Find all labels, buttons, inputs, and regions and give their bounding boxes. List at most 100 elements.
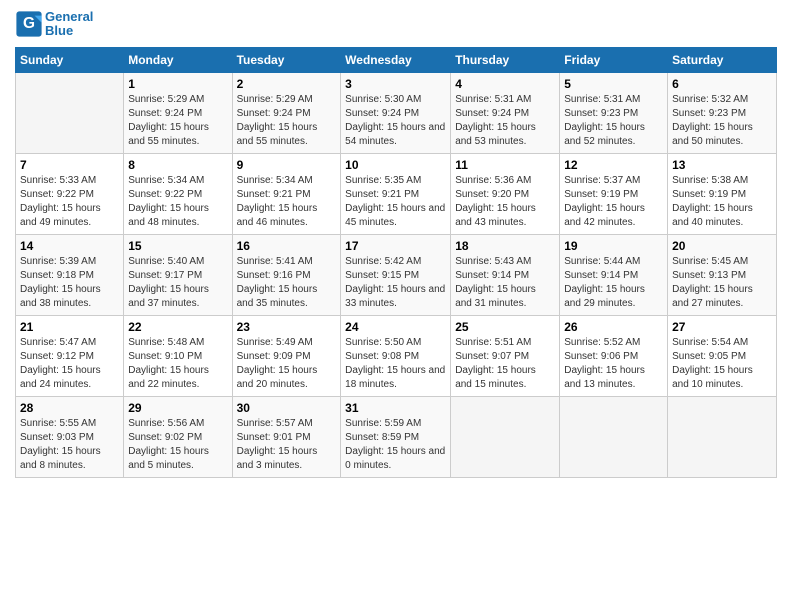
- day-cell-26: 26 Sunrise: 5:52 AM Sunset: 9:06 PM Dayl…: [560, 315, 668, 396]
- day-info: Sunrise: 5:47 AM Sunset: 9:12 PM Dayligh…: [20, 336, 119, 392]
- day-number: 1: [128, 77, 227, 91]
- day-cell-9: 9 Sunrise: 5:34 AM Sunset: 9:21 PM Dayli…: [232, 153, 341, 234]
- day-number: 7: [20, 158, 119, 172]
- svg-text:G: G: [23, 15, 35, 32]
- day-info: Sunrise: 5:37 AM Sunset: 9:19 PM Dayligh…: [564, 174, 663, 230]
- day-info: Sunrise: 5:29 AM Sunset: 9:24 PM Dayligh…: [128, 93, 227, 149]
- day-info: Sunrise: 5:56 AM Sunset: 9:02 PM Dayligh…: [128, 417, 227, 473]
- day-cell-25: 25 Sunrise: 5:51 AM Sunset: 9:07 PM Dayl…: [451, 315, 560, 396]
- header-row: SundayMondayTuesdayWednesdayThursdayFrid…: [16, 47, 777, 72]
- day-cell-10: 10 Sunrise: 5:35 AM Sunset: 9:21 PM Dayl…: [341, 153, 451, 234]
- day-info: Sunrise: 5:40 AM Sunset: 9:17 PM Dayligh…: [128, 255, 227, 311]
- day-cell-19: 19 Sunrise: 5:44 AM Sunset: 9:14 PM Dayl…: [560, 234, 668, 315]
- day-number: 29: [128, 401, 227, 415]
- day-cell-4: 4 Sunrise: 5:31 AM Sunset: 9:24 PM Dayli…: [451, 72, 560, 153]
- col-header-friday: Friday: [560, 47, 668, 72]
- day-number: 3: [345, 77, 446, 91]
- day-info: Sunrise: 5:51 AM Sunset: 9:07 PM Dayligh…: [455, 336, 555, 392]
- logo-text-line2: Blue: [45, 24, 93, 38]
- day-number: 17: [345, 239, 446, 253]
- day-number: 24: [345, 320, 446, 334]
- empty-cell: [668, 396, 777, 477]
- day-info: Sunrise: 5:33 AM Sunset: 9:22 PM Dayligh…: [20, 174, 119, 230]
- day-info: Sunrise: 5:34 AM Sunset: 9:21 PM Dayligh…: [237, 174, 337, 230]
- day-number: 4: [455, 77, 555, 91]
- day-number: 11: [455, 158, 555, 172]
- day-info: Sunrise: 5:31 AM Sunset: 9:23 PM Dayligh…: [564, 93, 663, 149]
- day-number: 18: [455, 239, 555, 253]
- day-cell-17: 17 Sunrise: 5:42 AM Sunset: 9:15 PM Dayl…: [341, 234, 451, 315]
- day-number: 10: [345, 158, 446, 172]
- col-header-saturday: Saturday: [668, 47, 777, 72]
- day-cell-20: 20 Sunrise: 5:45 AM Sunset: 9:13 PM Dayl…: [668, 234, 777, 315]
- day-number: 13: [672, 158, 772, 172]
- day-number: 22: [128, 320, 227, 334]
- week-row-2: 7 Sunrise: 5:33 AM Sunset: 9:22 PM Dayli…: [16, 153, 777, 234]
- day-info: Sunrise: 5:44 AM Sunset: 9:14 PM Dayligh…: [564, 255, 663, 311]
- day-info: Sunrise: 5:41 AM Sunset: 9:16 PM Dayligh…: [237, 255, 337, 311]
- calendar-table: SundayMondayTuesdayWednesdayThursdayFrid…: [15, 47, 777, 478]
- col-header-tuesday: Tuesday: [232, 47, 341, 72]
- day-number: 6: [672, 77, 772, 91]
- day-number: 5: [564, 77, 663, 91]
- day-info: Sunrise: 5:30 AM Sunset: 9:24 PM Dayligh…: [345, 93, 446, 149]
- day-number: 9: [237, 158, 337, 172]
- day-info: Sunrise: 5:34 AM Sunset: 9:22 PM Dayligh…: [128, 174, 227, 230]
- day-number: 28: [20, 401, 119, 415]
- day-cell-7: 7 Sunrise: 5:33 AM Sunset: 9:22 PM Dayli…: [16, 153, 124, 234]
- day-cell-15: 15 Sunrise: 5:40 AM Sunset: 9:17 PM Dayl…: [124, 234, 232, 315]
- day-number: 12: [564, 158, 663, 172]
- day-info: Sunrise: 5:38 AM Sunset: 9:19 PM Dayligh…: [672, 174, 772, 230]
- day-number: 14: [20, 239, 119, 253]
- day-info: Sunrise: 5:55 AM Sunset: 9:03 PM Dayligh…: [20, 417, 119, 473]
- day-number: 16: [237, 239, 337, 253]
- day-number: 30: [237, 401, 337, 415]
- logo-text-line1: General: [45, 10, 93, 24]
- col-header-thursday: Thursday: [451, 47, 560, 72]
- day-cell-27: 27 Sunrise: 5:54 AM Sunset: 9:05 PM Dayl…: [668, 315, 777, 396]
- day-info: Sunrise: 5:59 AM Sunset: 8:59 PM Dayligh…: [345, 417, 446, 473]
- day-info: Sunrise: 5:36 AM Sunset: 9:20 PM Dayligh…: [455, 174, 555, 230]
- logo: G General Blue: [15, 10, 93, 39]
- day-cell-1: 1 Sunrise: 5:29 AM Sunset: 9:24 PM Dayli…: [124, 72, 232, 153]
- day-cell-23: 23 Sunrise: 5:49 AM Sunset: 9:09 PM Dayl…: [232, 315, 341, 396]
- day-info: Sunrise: 5:31 AM Sunset: 9:24 PM Dayligh…: [455, 93, 555, 149]
- day-cell-14: 14 Sunrise: 5:39 AM Sunset: 9:18 PM Dayl…: [16, 234, 124, 315]
- day-info: Sunrise: 5:39 AM Sunset: 9:18 PM Dayligh…: [20, 255, 119, 311]
- day-cell-18: 18 Sunrise: 5:43 AM Sunset: 9:14 PM Dayl…: [451, 234, 560, 315]
- week-row-3: 14 Sunrise: 5:39 AM Sunset: 9:18 PM Dayl…: [16, 234, 777, 315]
- logo-icon: G: [15, 10, 43, 38]
- day-info: Sunrise: 5:29 AM Sunset: 9:24 PM Dayligh…: [237, 93, 337, 149]
- week-row-5: 28 Sunrise: 5:55 AM Sunset: 9:03 PM Dayl…: [16, 396, 777, 477]
- day-info: Sunrise: 5:52 AM Sunset: 9:06 PM Dayligh…: [564, 336, 663, 392]
- day-info: Sunrise: 5:57 AM Sunset: 9:01 PM Dayligh…: [237, 417, 337, 473]
- day-cell-31: 31 Sunrise: 5:59 AM Sunset: 8:59 PM Dayl…: [341, 396, 451, 477]
- col-header-wednesday: Wednesday: [341, 47, 451, 72]
- day-number: 20: [672, 239, 772, 253]
- calendar-header: G General Blue: [15, 10, 777, 39]
- day-cell-16: 16 Sunrise: 5:41 AM Sunset: 9:16 PM Dayl…: [232, 234, 341, 315]
- day-info: Sunrise: 5:54 AM Sunset: 9:05 PM Dayligh…: [672, 336, 772, 392]
- calendar-container: G General Blue SundayMondayTuesdayWednes…: [0, 0, 792, 483]
- day-cell-8: 8 Sunrise: 5:34 AM Sunset: 9:22 PM Dayli…: [124, 153, 232, 234]
- day-info: Sunrise: 5:48 AM Sunset: 9:10 PM Dayligh…: [128, 336, 227, 392]
- day-cell-3: 3 Sunrise: 5:30 AM Sunset: 9:24 PM Dayli…: [341, 72, 451, 153]
- day-info: Sunrise: 5:50 AM Sunset: 9:08 PM Dayligh…: [345, 336, 446, 392]
- day-cell-11: 11 Sunrise: 5:36 AM Sunset: 9:20 PM Dayl…: [451, 153, 560, 234]
- day-number: 8: [128, 158, 227, 172]
- day-cell-12: 12 Sunrise: 5:37 AM Sunset: 9:19 PM Dayl…: [560, 153, 668, 234]
- day-info: Sunrise: 5:35 AM Sunset: 9:21 PM Dayligh…: [345, 174, 446, 230]
- day-number: 23: [237, 320, 337, 334]
- week-row-4: 21 Sunrise: 5:47 AM Sunset: 9:12 PM Dayl…: [16, 315, 777, 396]
- empty-cell: [16, 72, 124, 153]
- day-info: Sunrise: 5:43 AM Sunset: 9:14 PM Dayligh…: [455, 255, 555, 311]
- day-number: 26: [564, 320, 663, 334]
- day-cell-21: 21 Sunrise: 5:47 AM Sunset: 9:12 PM Dayl…: [16, 315, 124, 396]
- day-cell-13: 13 Sunrise: 5:38 AM Sunset: 9:19 PM Dayl…: [668, 153, 777, 234]
- day-number: 19: [564, 239, 663, 253]
- day-cell-24: 24 Sunrise: 5:50 AM Sunset: 9:08 PM Dayl…: [341, 315, 451, 396]
- day-cell-5: 5 Sunrise: 5:31 AM Sunset: 9:23 PM Dayli…: [560, 72, 668, 153]
- empty-cell: [451, 396, 560, 477]
- day-number: 2: [237, 77, 337, 91]
- col-header-sunday: Sunday: [16, 47, 124, 72]
